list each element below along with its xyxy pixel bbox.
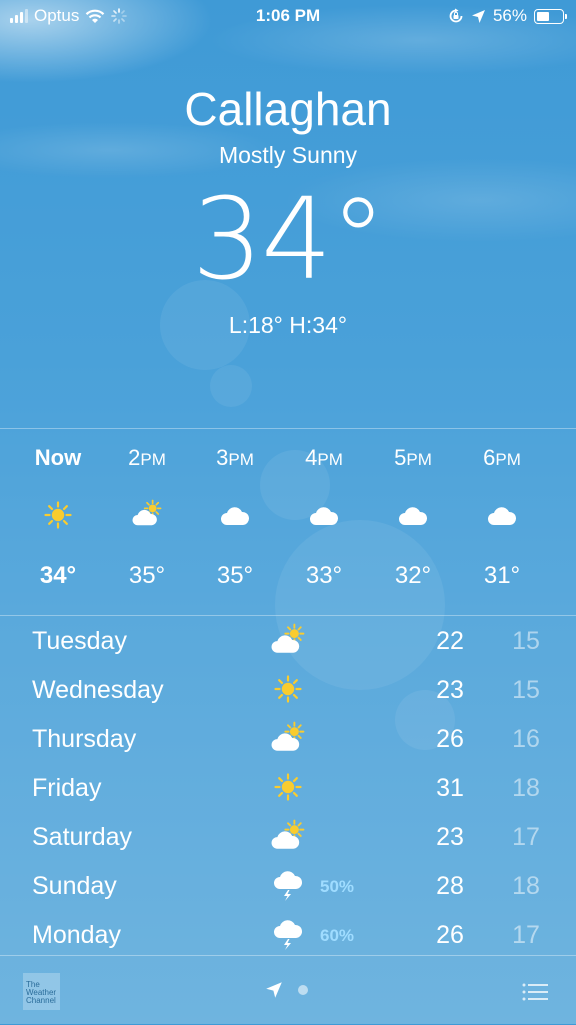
partly-cloudy-icon xyxy=(268,720,308,756)
low-temperature: 18 xyxy=(512,872,540,900)
day-name: Saturday xyxy=(32,823,133,851)
lens-flare xyxy=(210,365,252,407)
location-arrow-icon[interactable] xyxy=(265,981,283,999)
weather-condition: Mostly Sunny xyxy=(218,142,358,168)
thunderstorm-icon xyxy=(268,916,308,952)
status-right: 56% xyxy=(448,6,567,26)
hourly-temperature: 33° xyxy=(305,562,343,589)
city-name: Callaghan xyxy=(184,83,392,135)
daily-row: Sunday 50% 28 18 xyxy=(0,863,576,912)
location-arrow-icon xyxy=(471,9,485,23)
daily-row: Tuesday 22 15 xyxy=(0,618,576,667)
daily-row: Friday 31 18 xyxy=(0,765,576,814)
status-bar: Optus 1:06 PM 56% xyxy=(0,0,576,32)
hourly-time: 6PM xyxy=(483,445,521,470)
low-temperature: 15 xyxy=(512,676,540,704)
daily-row: Monday 60% 26 17 xyxy=(0,912,576,961)
hourly-temperature: 35° xyxy=(128,562,166,589)
high-temperature: 23 xyxy=(436,823,464,851)
hourly-forecast[interactable]: Now 34° 2PM 35° 3PM 35° 4PM 33° 5PM 32° 6PM 31° 7 2 xyxy=(0,428,576,616)
precipitation-chance: 50% xyxy=(320,877,355,896)
sun-icon xyxy=(268,769,308,805)
page-dot-icon[interactable] xyxy=(298,985,308,995)
day-name: Tuesday xyxy=(32,627,127,655)
low-temperature: 16 xyxy=(512,725,540,753)
high-temperature: 23 xyxy=(436,676,464,704)
hourly-time: 4PM xyxy=(305,445,343,470)
high-temperature: 26 xyxy=(436,921,464,949)
battery-icon xyxy=(534,8,567,24)
partly-cloudy-icon xyxy=(268,818,308,854)
weather-icon xyxy=(546,499,576,533)
high-temperature: 31 xyxy=(436,774,464,802)
low-temperature: 18 xyxy=(512,774,540,802)
hourly-temperature: 32° xyxy=(394,562,432,589)
day-name: Friday xyxy=(32,774,102,802)
hourly-time: Now xyxy=(34,445,82,470)
precipitation-chance: 60% xyxy=(320,926,355,945)
hourly-time: 7 xyxy=(546,445,576,471)
daily-row: Wednesday 23 15 xyxy=(0,667,576,716)
cloud-icon xyxy=(279,499,369,533)
hourly-temperature: 35° xyxy=(216,562,254,589)
weather-channel-logo[interactable]: The Weather Channel xyxy=(23,973,60,1010)
thunderstorm-icon xyxy=(268,867,308,903)
hourly-time: 2PM xyxy=(128,445,166,470)
cloud-icon xyxy=(368,499,458,533)
day-name: Thursday xyxy=(32,725,137,753)
low-temperature: 15 xyxy=(512,627,540,655)
high-temperature: 26 xyxy=(436,725,464,753)
daily-row: Thursday 26 16 xyxy=(0,716,576,765)
day-name: Monday xyxy=(32,921,121,949)
partly-cloudy-icon xyxy=(268,622,308,658)
battery-percent: 56% xyxy=(492,6,527,25)
list-icon[interactable] xyxy=(522,982,548,1002)
low-temperature: 17 xyxy=(512,823,540,851)
low-temperature: 17 xyxy=(512,921,540,949)
current-temperature: 34° xyxy=(191,175,387,305)
rotation-lock-icon xyxy=(449,8,463,23)
sun-icon xyxy=(13,499,103,533)
partly-cloudy-icon xyxy=(102,499,192,533)
hourly-temperature: 2 xyxy=(546,562,576,590)
hourly-temperature: 31° xyxy=(483,562,521,589)
hourly-temperature: 34° xyxy=(39,562,77,589)
hourly-time: 3PM xyxy=(216,445,254,470)
cloud-icon xyxy=(457,499,547,533)
hourly-time: 5PM xyxy=(394,445,432,470)
low-high-temperature: L:18° H:34° xyxy=(228,312,348,338)
day-name: Sunday xyxy=(32,872,117,900)
high-temperature: 28 xyxy=(436,872,464,900)
daily-row: Saturday 23 17 xyxy=(0,814,576,863)
sun-icon xyxy=(268,671,308,707)
bottom-toolbar: The Weather Channel xyxy=(0,955,576,1025)
day-name: Wednesday xyxy=(32,676,164,704)
high-temperature: 22 xyxy=(436,627,464,655)
cloud-icon xyxy=(190,499,280,533)
